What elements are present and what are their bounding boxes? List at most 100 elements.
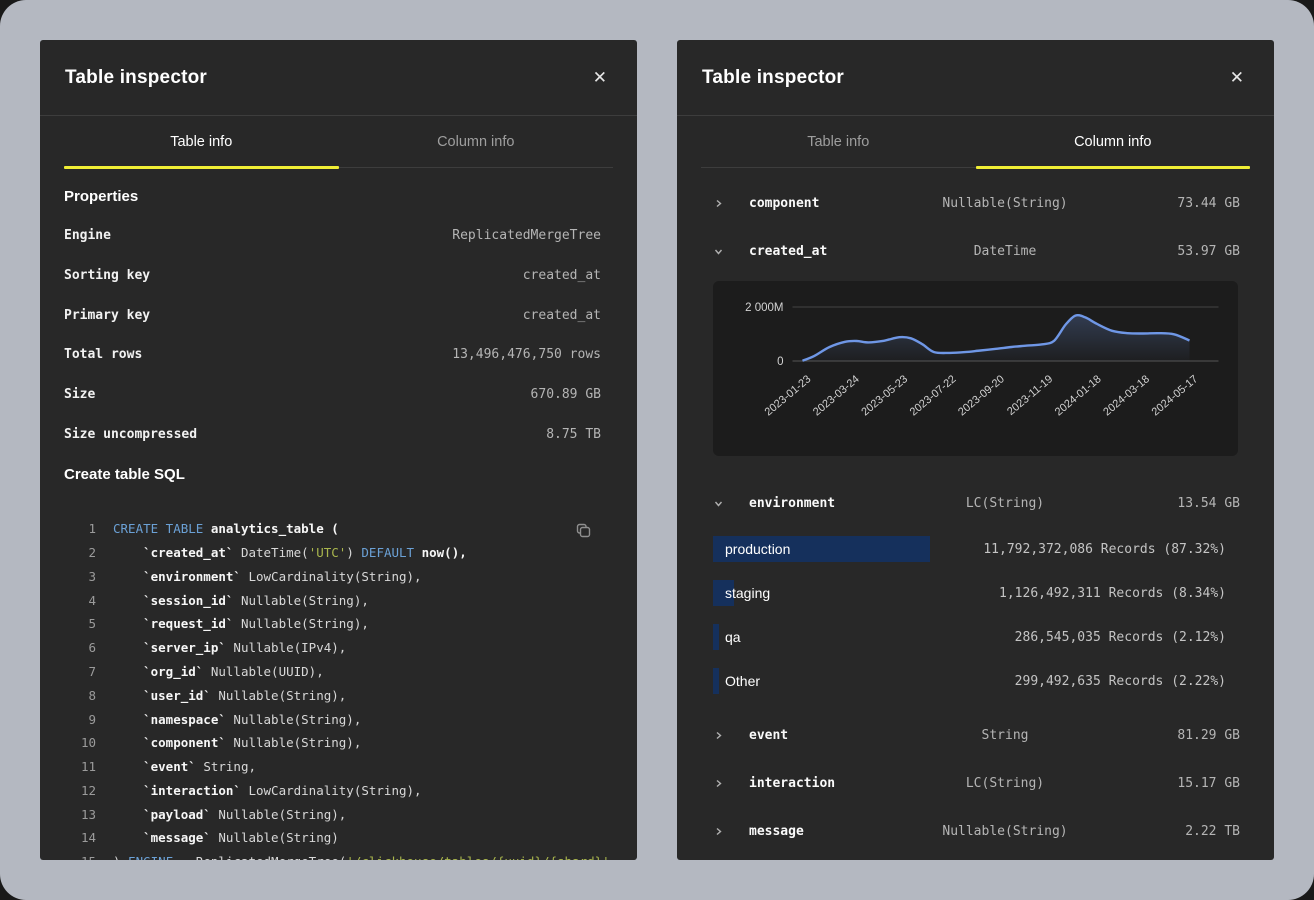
line-number: 5 <box>64 612 96 636</box>
line-number: 8 <box>64 684 96 708</box>
sql-code-line: 9 `namespace` Nullable(String), <box>64 708 601 732</box>
svg-text:2023-01-23: 2023-01-23 <box>763 373 814 418</box>
columns-list: componentNullable(String)73.44 GBcreated… <box>677 168 1274 855</box>
close-icon[interactable]: ✕ <box>1226 65 1248 90</box>
modal-title: Table inspector <box>65 67 207 89</box>
chevron-cell[interactable] <box>713 198 733 209</box>
value-label: qa <box>713 629 741 645</box>
svg-text:0: 0 <box>777 356 783 368</box>
svg-text:2023-09-20: 2023-09-20 <box>956 373 1007 418</box>
column-row-created_at[interactable]: created_atDateTime53.97 GB <box>677 227 1274 275</box>
value-record-count: 299,492,635 Records (2.22%) <box>1015 674 1226 689</box>
property-label: Primary key <box>64 308 150 323</box>
column-size: 81.29 GB <box>1120 728 1240 743</box>
code-text: `org_id` Nullable(UUID), <box>113 660 324 684</box>
tab-bar: Table info Column info <box>64 116 613 168</box>
property-label: Size uncompressed <box>64 427 197 442</box>
line-number: 9 <box>64 708 96 732</box>
property-row: Total rows 13,496,476,750 rows <box>40 335 637 375</box>
code-text: `server_ip` Nullable(IPv4), <box>113 636 346 660</box>
column-type: Nullable(String) <box>890 824 1120 839</box>
line-number: 4 <box>64 589 96 613</box>
line-number: 2 <box>64 541 96 565</box>
code-text: `event` String, <box>113 755 256 779</box>
property-label: Engine <box>64 228 111 243</box>
property-row: Sorting key created_at <box>40 256 637 296</box>
value-row-production: production11,792,372,086 Records (87.32%… <box>677 527 1274 571</box>
chevron-cell[interactable] <box>713 246 733 257</box>
desktop-background: Table inspector ✕ Table info Column info… <box>0 0 1314 900</box>
column-size: 2.22 TB <box>1120 824 1240 839</box>
code-text: `user_id` Nullable(String), <box>113 684 346 708</box>
sql-code-block: 1CREATE TABLE analytics_table (2 `create… <box>40 517 637 860</box>
svg-text:2023-11-19: 2023-11-19 <box>1005 373 1055 418</box>
chevron-right-icon <box>713 826 724 837</box>
chevron-cell[interactable] <box>713 778 733 789</box>
value-label: staging <box>713 585 770 601</box>
sql-code-line: 5 `request_id` Nullable(String), <box>64 612 601 636</box>
sql-code-line: 15) ENGINE = ReplicatedMergeTree('/click… <box>64 850 601 860</box>
sql-code-line: 10 `component` Nullable(String), <box>64 731 601 755</box>
sql-code-line: 1CREATE TABLE analytics_table ( <box>64 517 601 541</box>
sql-code-line: 2 `created_at` DateTime('UTC') DEFAULT n… <box>64 541 601 565</box>
value-record-count: 1,126,492,311 Records (8.34%) <box>999 586 1226 601</box>
code-text: `session_id` Nullable(String), <box>113 589 369 613</box>
sql-code-line: 6 `server_ip` Nullable(IPv4), <box>64 636 601 660</box>
column-row-interaction[interactable]: interactionLC(String)15.17 GB <box>677 759 1274 807</box>
chart-area-fill <box>803 315 1190 361</box>
column-info-scroll-area[interactable]: componentNullable(String)73.44 GBcreated… <box>677 168 1274 860</box>
tab-column-info[interactable]: Column info <box>976 116 1251 167</box>
table-info-scroll-area[interactable]: Properties Engine ReplicatedMergeTree Sort… <box>40 168 637 860</box>
column-row-event[interactable]: eventString81.29 GB <box>677 711 1274 759</box>
create-table-sql-heading: Create table SQL <box>40 454 637 494</box>
column-name: event <box>733 728 890 743</box>
tab-table-info[interactable]: Table info <box>64 116 339 167</box>
column-type: String <box>890 728 1120 743</box>
property-value: created_at <box>523 308 601 323</box>
column-row-component[interactable]: componentNullable(String)73.44 GB <box>677 179 1274 227</box>
close-icon[interactable]: ✕ <box>589 65 611 90</box>
sql-code-line: 3 `environment` LowCardinality(String), <box>64 565 601 589</box>
column-row-environment[interactable]: environmentLC(String)13.54 GB <box>677 479 1274 527</box>
line-number: 10 <box>64 731 96 755</box>
code-text: `request_id` Nullable(String), <box>113 612 369 636</box>
property-row: Primary key created_at <box>40 295 637 335</box>
chevron-right-icon <box>713 198 724 209</box>
sql-code-line: 8 `user_id` Nullable(String), <box>64 684 601 708</box>
line-number: 13 <box>64 803 96 827</box>
sql-code-line: 4 `session_id` Nullable(String), <box>64 589 601 613</box>
chevron-cell[interactable] <box>713 826 733 837</box>
column-size: 13.54 GB <box>1120 496 1240 511</box>
value-row-qa: qa286,545,035 Records (2.12%) <box>677 615 1274 659</box>
line-number: 6 <box>64 636 96 660</box>
value-record-count: 11,792,372,086 Records (87.32%) <box>983 542 1226 557</box>
property-label: Total rows <box>64 347 142 362</box>
property-value: 13,496,476,750 rows <box>452 347 601 362</box>
properties-heading: Properties <box>40 176 637 216</box>
column-name: message <box>733 824 890 839</box>
property-label: Sorting key <box>64 268 150 283</box>
tab-column-info[interactable]: Column info <box>339 116 614 167</box>
property-row: Engine ReplicatedMergeTree <box>40 216 637 256</box>
column-row-message[interactable]: messageNullable(String)2.22 TB <box>677 807 1274 855</box>
chevron-cell[interactable] <box>713 498 733 509</box>
property-value: created_at <box>523 268 601 283</box>
column-size: 53.97 GB <box>1120 244 1240 259</box>
properties-list: Engine ReplicatedMergeTree Sorting key crea… <box>40 216 637 454</box>
copy-icon[interactable] <box>574 521 593 543</box>
svg-text:2024-05-17: 2024-05-17 <box>1150 373 1201 418</box>
line-number: 11 <box>64 755 96 779</box>
code-text: `namespace` Nullable(String), <box>113 708 361 732</box>
property-row: Size670.89 GB <box>40 375 637 415</box>
tab-table-info[interactable]: Table info <box>701 116 976 167</box>
sql-code-line: 14 `message` Nullable(String) <box>64 826 601 850</box>
property-value: ReplicatedMergeTree <box>452 228 601 243</box>
column-name: environment <box>733 496 890 511</box>
table-inspector-modal-table-info: Table inspector ✕ Table info Column info… <box>40 40 637 860</box>
code-text: `created_at` DateTime('UTC') DEFAULT now… <box>113 541 467 565</box>
chevron-cell[interactable] <box>713 730 733 741</box>
column-type: LC(String) <box>890 776 1120 791</box>
svg-text:2024-03-18: 2024-03-18 <box>1101 373 1152 418</box>
column-type: DateTime <box>890 244 1120 259</box>
property-label: Size <box>64 387 95 402</box>
